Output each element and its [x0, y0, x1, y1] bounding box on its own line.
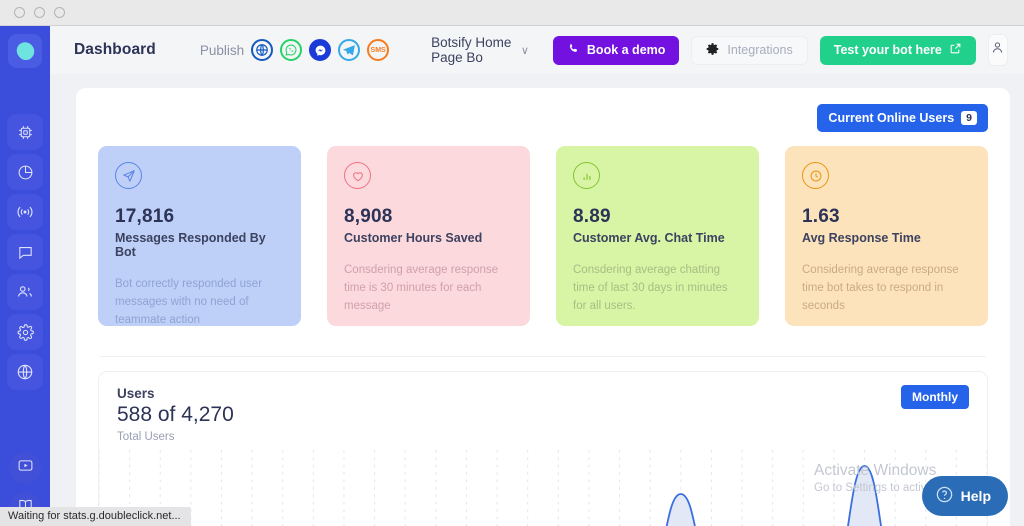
chip-icon [17, 124, 34, 141]
clock-icon [802, 162, 829, 189]
stat-description: Consdering average chatting time of last… [573, 262, 742, 315]
stat-cards-row: 17,816 Messages Responded By Bot Bot cor… [98, 146, 988, 326]
stat-value: 1.63 [802, 206, 971, 228]
botsify-logo-icon [13, 39, 38, 64]
book-a-demo-label: Book a demo [587, 43, 666, 57]
messenger-channel-icon[interactable] [309, 39, 331, 61]
stat-description: Bot correctly responded user messages wi… [115, 276, 284, 329]
bot-selector-dropdown[interactable]: Botsify Home Page Bo ∨ [431, 35, 529, 65]
sms-channel-label: SMS [371, 47, 386, 54]
gear-icon [17, 324, 34, 341]
sidebar-item-broadcast[interactable] [7, 194, 43, 230]
stat-label: Messages Responded By Bot [115, 231, 284, 259]
current-online-users-label: Current Online Users [828, 111, 954, 125]
test-your-bot-label: Test your bot here [834, 43, 942, 57]
users-line-chart[interactable] [99, 450, 987, 526]
external-link-icon [949, 42, 962, 58]
sms-channel-icon[interactable]: SMS [367, 39, 389, 61]
users-icon [16, 283, 34, 301]
chart-range-monthly-button[interactable]: Monthly [901, 385, 969, 409]
chart-area-fill [99, 466, 987, 526]
users-line-chart-svg [99, 450, 987, 526]
window-close-button[interactable] [14, 7, 25, 18]
users-chart-card: Users 588 of 4,270 Total Users Monthly [98, 371, 988, 526]
heart-icon [344, 162, 371, 189]
window-maximize-button[interactable] [54, 7, 65, 18]
window-minimize-button[interactable] [34, 7, 45, 18]
user-profile-button[interactable] [988, 34, 1008, 66]
help-button[interactable]: Help [922, 476, 1008, 516]
publish-label: Publish [200, 43, 244, 58]
users-card-subtitle: Total Users [117, 431, 969, 443]
stat-value: 17,816 [115, 206, 284, 228]
stat-card-messages-responded[interactable]: 17,816 Messages Responded By Bot Bot cor… [98, 146, 301, 326]
book-a-demo-button[interactable]: Book a demo [553, 36, 680, 65]
chevron-down-icon: ∨ [521, 44, 529, 57]
sidebar-item-users[interactable] [7, 274, 43, 310]
online-users-row: Current Online Users 9 [98, 104, 988, 132]
stat-label: Customer Avg. Chat Time [573, 231, 742, 245]
globe-icon [16, 363, 34, 381]
test-your-bot-button[interactable]: Test your bot here [820, 36, 976, 65]
integrations-label: Integrations [727, 43, 792, 57]
integrations-button[interactable]: Integrations [691, 36, 807, 65]
video-play-icon [17, 457, 34, 479]
stat-value: 8,908 [344, 206, 513, 228]
user-icon [990, 40, 1005, 60]
sidebar-item-conversations[interactable] [7, 234, 43, 270]
send-icon [115, 162, 142, 189]
dashboard-main-panel: Current Online Users 9 17,816 Messages R… [76, 88, 1010, 526]
current-online-users-count: 9 [961, 111, 977, 125]
broadcast-icon [16, 203, 34, 221]
top-navigation-bar: Dashboard Publish SMS [50, 26, 1024, 74]
stat-label: Avg Response Time [802, 231, 971, 245]
sidebar-item-website[interactable] [7, 354, 43, 390]
browser-status-bar: Waiting for stats.g.doubleclick.net... [0, 507, 191, 526]
sidebar-item-analytics[interactable] [7, 154, 43, 190]
telegram-channel-icon[interactable] [338, 39, 360, 61]
section-divider [100, 356, 986, 357]
sidebar-item-ai-chip[interactable] [7, 114, 43, 150]
stat-label: Customer Hours Saved [344, 231, 513, 245]
chat-bubble-icon [17, 244, 34, 261]
bot-selector-label: Botsify Home Page Bo [431, 35, 514, 65]
whatsapp-channel-icon[interactable] [280, 39, 302, 61]
sidebar-item-video-tutorials[interactable] [9, 452, 41, 484]
sidebar-logo[interactable] [8, 34, 42, 68]
publish-channels: Publish SMS [200, 39, 389, 61]
sidebar-nav [7, 114, 43, 390]
question-circle-icon [935, 485, 954, 507]
main-sidebar [0, 26, 50, 526]
web-channel-icon[interactable] [251, 39, 273, 61]
phone-icon [567, 42, 580, 58]
current-online-users-button[interactable]: Current Online Users 9 [817, 104, 988, 132]
sidebar-item-settings[interactable] [7, 314, 43, 350]
help-label: Help [961, 488, 991, 504]
pie-chart-icon [17, 164, 34, 181]
page-title: Dashboard [74, 41, 156, 59]
stat-description: Consdering average response time is 30 m… [344, 262, 513, 315]
stat-card-customer-hours-saved[interactable]: 8,908 Customer Hours Saved Consdering av… [327, 146, 530, 326]
gear-icon [706, 42, 720, 59]
stat-description: Considering average response time bot ta… [802, 262, 971, 315]
users-card-heading: Users [117, 386, 969, 401]
stat-card-avg-response-time[interactable]: 1.63 Avg Response Time Considering avera… [785, 146, 988, 326]
users-total-value: 588 of 4,270 [117, 403, 969, 427]
browser-window-chrome [0, 0, 1024, 26]
stat-value: 8.89 [573, 206, 742, 228]
bar-chart-icon [573, 162, 600, 189]
stat-card-customer-avg-chat-time[interactable]: 8.89 Customer Avg. Chat Time Consdering … [556, 146, 759, 326]
